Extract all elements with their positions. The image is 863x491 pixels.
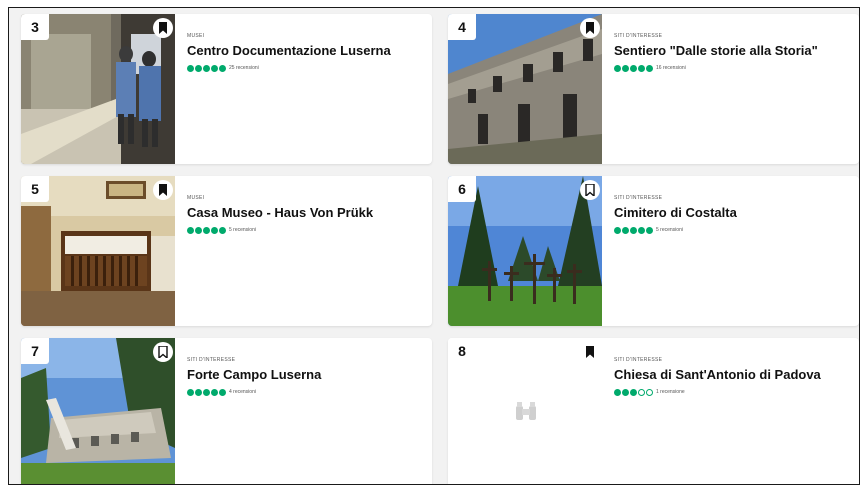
- binoculars-icon: [516, 402, 536, 420]
- attraction-name-link[interactable]: Centro Documentazione Luserna: [187, 43, 422, 58]
- review-count-link[interactable]: 5 recensioni: [656, 226, 683, 234]
- attraction-name-link[interactable]: Chiesa di Sant'Antonio di Padova: [614, 367, 849, 382]
- attraction-card-4[interactable]: 4 SITI D'INTERESSE Sentiero "Dalle stori…: [448, 14, 859, 164]
- rating-bubbles: [614, 388, 653, 396]
- attraction-name-link[interactable]: Cimitero di Costalta: [614, 205, 849, 220]
- attraction-name-link[interactable]: Forte Campo Luserna: [187, 367, 422, 382]
- bookmark-icon: [159, 184, 167, 196]
- attraction-card-8[interactable]: 8 SITI D'INTERESSE Chiesa di Sant'Antoni…: [448, 338, 859, 484]
- attractions-grid: 3 MUSEI Centro Documentazione Luserna 25…: [21, 14, 859, 484]
- rating-row[interactable]: 5 recensioni: [187, 226, 422, 234]
- rating-bubble: [622, 64, 629, 72]
- rating-bubble: [630, 226, 637, 234]
- rating-bubble: [203, 64, 210, 72]
- rating-bubble: [614, 64, 621, 72]
- rating-bubble: [195, 64, 202, 72]
- review-count-link[interactable]: 1 recensione: [656, 388, 685, 396]
- attraction-card-6[interactable]: 6 SITI D'INTERESSE Cimitero di Costalta …: [448, 176, 859, 326]
- rating-bubble: [630, 64, 637, 72]
- attraction-info: SITI D'INTERESSE Forte Campo Luserna 4 r…: [187, 356, 422, 396]
- save-button[interactable]: [580, 180, 600, 200]
- rating-bubbles: [187, 388, 226, 396]
- rating-row[interactable]: 25 recensioni: [187, 64, 422, 72]
- rating-bubble: [646, 64, 653, 72]
- rank-badge: 6: [448, 176, 476, 202]
- rating-bubble: [211, 64, 218, 72]
- rating-bubble: [195, 226, 202, 234]
- rating-bubble: [614, 388, 621, 396]
- bookmark-icon: [586, 346, 594, 358]
- rating-bubble: [622, 226, 629, 234]
- rating-bubble: [638, 64, 645, 72]
- rating-bubble: [219, 64, 226, 72]
- attraction-card-5[interactable]: 5 MUSEI Casa Museo - Haus Von Prükk 5 re…: [21, 176, 432, 326]
- save-button[interactable]: [580, 342, 600, 362]
- rating-bubble: [219, 388, 226, 396]
- save-button[interactable]: [153, 180, 173, 200]
- rating-bubbles: [187, 226, 226, 234]
- rating-bubble: [211, 388, 218, 396]
- category-label: MUSEI: [187, 195, 205, 201]
- rating-row[interactable]: 4 recensioni: [187, 388, 422, 396]
- attraction-card-3[interactable]: 3 MUSEI Centro Documentazione Luserna 25…: [21, 14, 432, 164]
- category-label: SITI D'INTERESSE: [187, 357, 236, 363]
- category-label: SITI D'INTERESSE: [614, 195, 663, 201]
- bookmark-icon: [158, 346, 168, 358]
- category-label: MUSEI: [187, 33, 205, 39]
- rating-bubble: [195, 388, 202, 396]
- rating-bubble: [630, 388, 637, 396]
- rank-badge: 7: [21, 338, 49, 364]
- rating-bubble: [219, 226, 226, 234]
- rating-bubbles: [614, 64, 653, 72]
- rating-bubble: [638, 388, 645, 396]
- rating-bubble: [187, 226, 194, 234]
- rank-badge: 8: [448, 338, 476, 364]
- rating-row[interactable]: 5 recensioni: [614, 226, 849, 234]
- rank-badge: 4: [448, 14, 476, 40]
- attraction-info: SITI D'INTERESSE Cimitero di Costalta 5 …: [614, 194, 849, 234]
- rating-bubble: [203, 388, 210, 396]
- rating-bubble: [646, 226, 653, 234]
- category-label: SITI D'INTERESSE: [614, 33, 663, 39]
- save-button[interactable]: [153, 342, 173, 362]
- rating-bubble: [614, 226, 621, 234]
- rating-bubble: [203, 226, 210, 234]
- review-count-link[interactable]: 16 recensioni: [656, 64, 686, 72]
- review-count-link[interactable]: 5 recensioni: [229, 226, 256, 234]
- save-button[interactable]: [153, 18, 173, 38]
- attraction-name-link[interactable]: Sentiero "Dalle storie alla Storia": [614, 43, 849, 58]
- rating-row[interactable]: 1 recensione: [614, 388, 849, 396]
- rank-badge: 3: [21, 14, 49, 40]
- bookmark-icon: [586, 22, 594, 34]
- attraction-info: SITI D'INTERESSE Chiesa di Sant'Antonio …: [614, 356, 849, 396]
- rating-bubble: [646, 388, 653, 396]
- attraction-info: MUSEI Casa Museo - Haus Von Prükk 5 rece…: [187, 194, 422, 234]
- category-label: SITI D'INTERESSE: [614, 357, 663, 363]
- rating-row[interactable]: 16 recensioni: [614, 64, 849, 72]
- review-count-link[interactable]: 25 recensioni: [229, 64, 259, 72]
- review-count-link[interactable]: 4 recensioni: [229, 388, 256, 396]
- rating-bubble: [187, 388, 194, 396]
- attraction-card-7[interactable]: 7 SITI D'INTERESSE Forte Campo Luserna 4…: [21, 338, 432, 484]
- attraction-name-link[interactable]: Casa Museo - Haus Von Prükk: [187, 205, 422, 220]
- save-button[interactable]: [580, 18, 600, 38]
- rating-bubbles: [614, 226, 653, 234]
- rating-bubble: [187, 64, 194, 72]
- rating-bubble: [622, 388, 629, 396]
- attraction-info: MUSEI Centro Documentazione Luserna 25 r…: [187, 32, 422, 72]
- rank-badge: 5: [21, 176, 49, 202]
- results-frame: 3 MUSEI Centro Documentazione Luserna 25…: [8, 7, 860, 485]
- bookmark-icon: [585, 184, 595, 196]
- rating-bubbles: [187, 64, 226, 72]
- bookmark-icon: [159, 22, 167, 34]
- attraction-info: SITI D'INTERESSE Sentiero "Dalle storie …: [614, 32, 849, 72]
- rating-bubble: [211, 226, 218, 234]
- rating-bubble: [638, 226, 645, 234]
